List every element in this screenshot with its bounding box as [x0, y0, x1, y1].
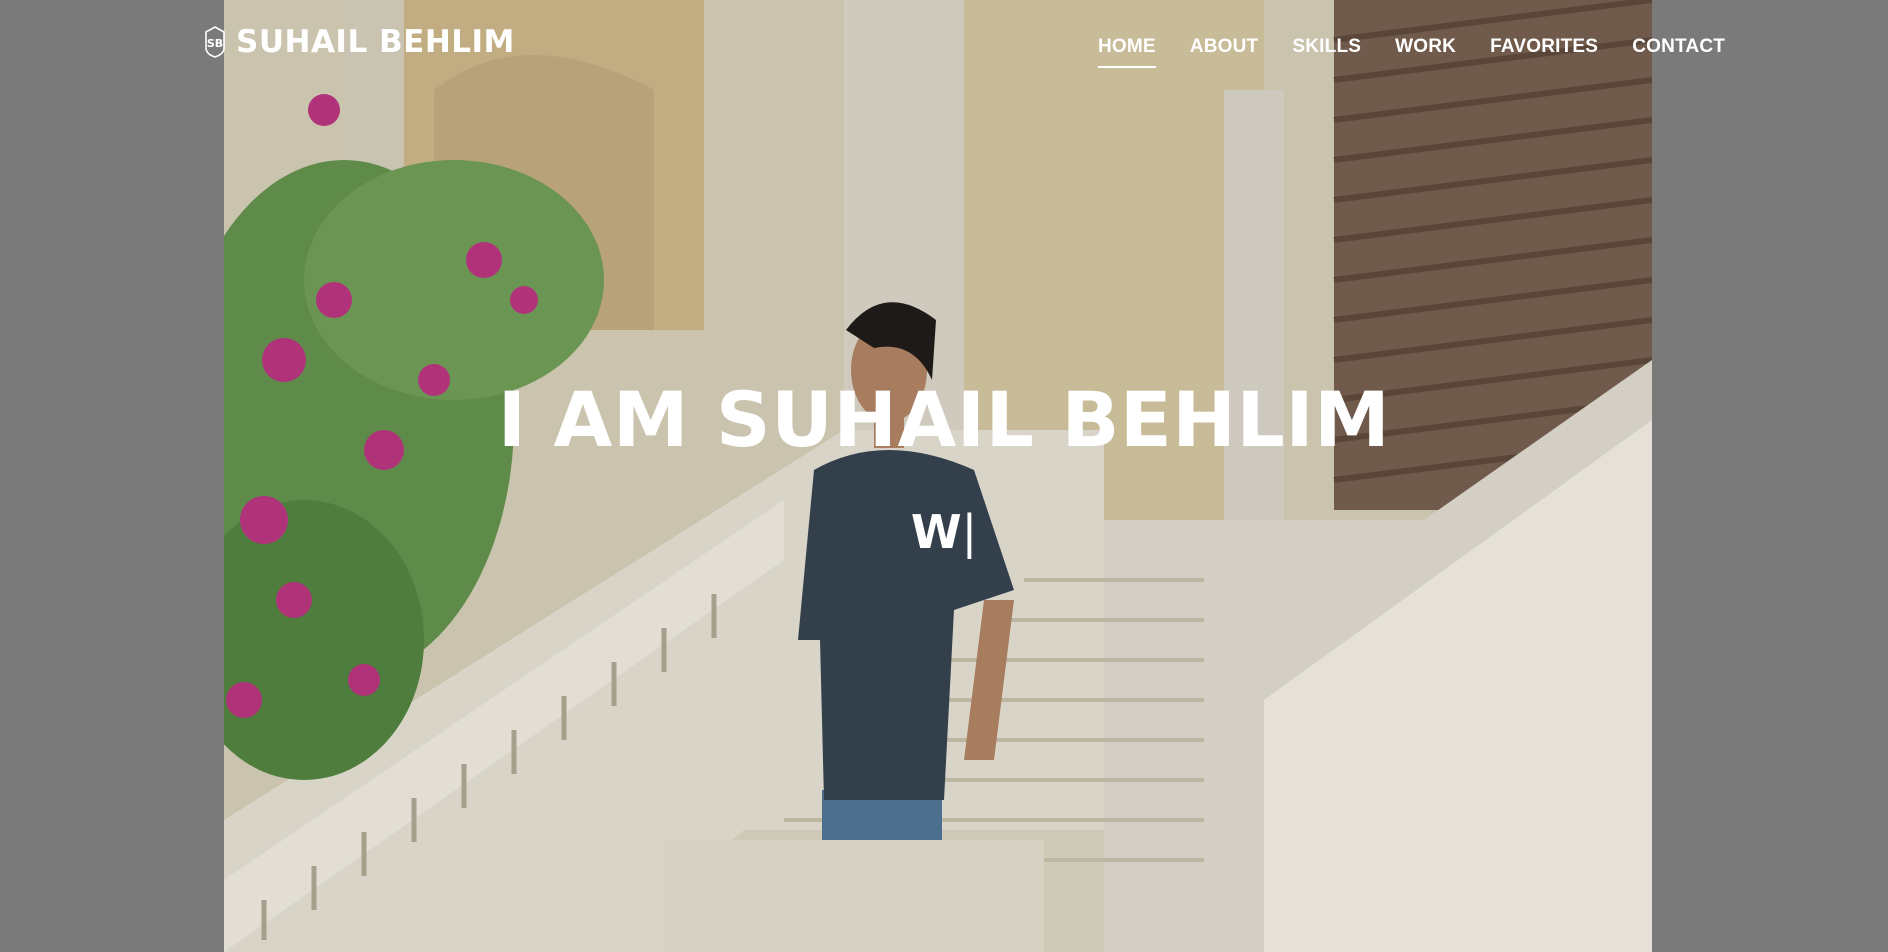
nav-item-contact: CONTACT	[1632, 36, 1725, 68]
typed-text: W	[910, 505, 962, 559]
nav-item-work: WORK	[1395, 36, 1456, 68]
brand-link[interactable]: SB SUHAIL BEHLIM	[204, 24, 515, 60]
svg-text:SB: SB	[207, 37, 223, 50]
hero-typed-line: W|	[0, 505, 1888, 559]
nav-item-skills: SKILLS	[1292, 36, 1361, 68]
page: SB SUHAIL BEHLIM HOME ABOUT SKILLS WORK …	[0, 0, 1888, 952]
main-nav: HOME ABOUT SKILLS WORK FAVORITES CONTACT	[1098, 36, 1725, 68]
nav-item-favorites: FAVORITES	[1490, 36, 1598, 68]
nav-link-skills[interactable]: SKILLS	[1292, 36, 1361, 66]
hero-title: I AM SUHAIL BEHLIM	[497, 375, 1391, 464]
brand-name: SUHAIL BEHLIM	[236, 24, 515, 60]
nav-link-contact[interactable]: CONTACT	[1632, 36, 1725, 66]
typing-cursor: |	[961, 505, 978, 559]
nav-link-about[interactable]: ABOUT	[1190, 36, 1259, 66]
hero-overlay	[0, 0, 1888, 952]
sb-monogram-icon: SB	[204, 26, 226, 58]
nav-link-work[interactable]: WORK	[1395, 36, 1456, 66]
nav-link-home[interactable]: HOME	[1098, 36, 1156, 68]
nav-link-favorites[interactable]: FAVORITES	[1490, 36, 1598, 66]
nav-item-about: ABOUT	[1190, 36, 1259, 68]
nav-item-home: HOME	[1098, 36, 1156, 68]
